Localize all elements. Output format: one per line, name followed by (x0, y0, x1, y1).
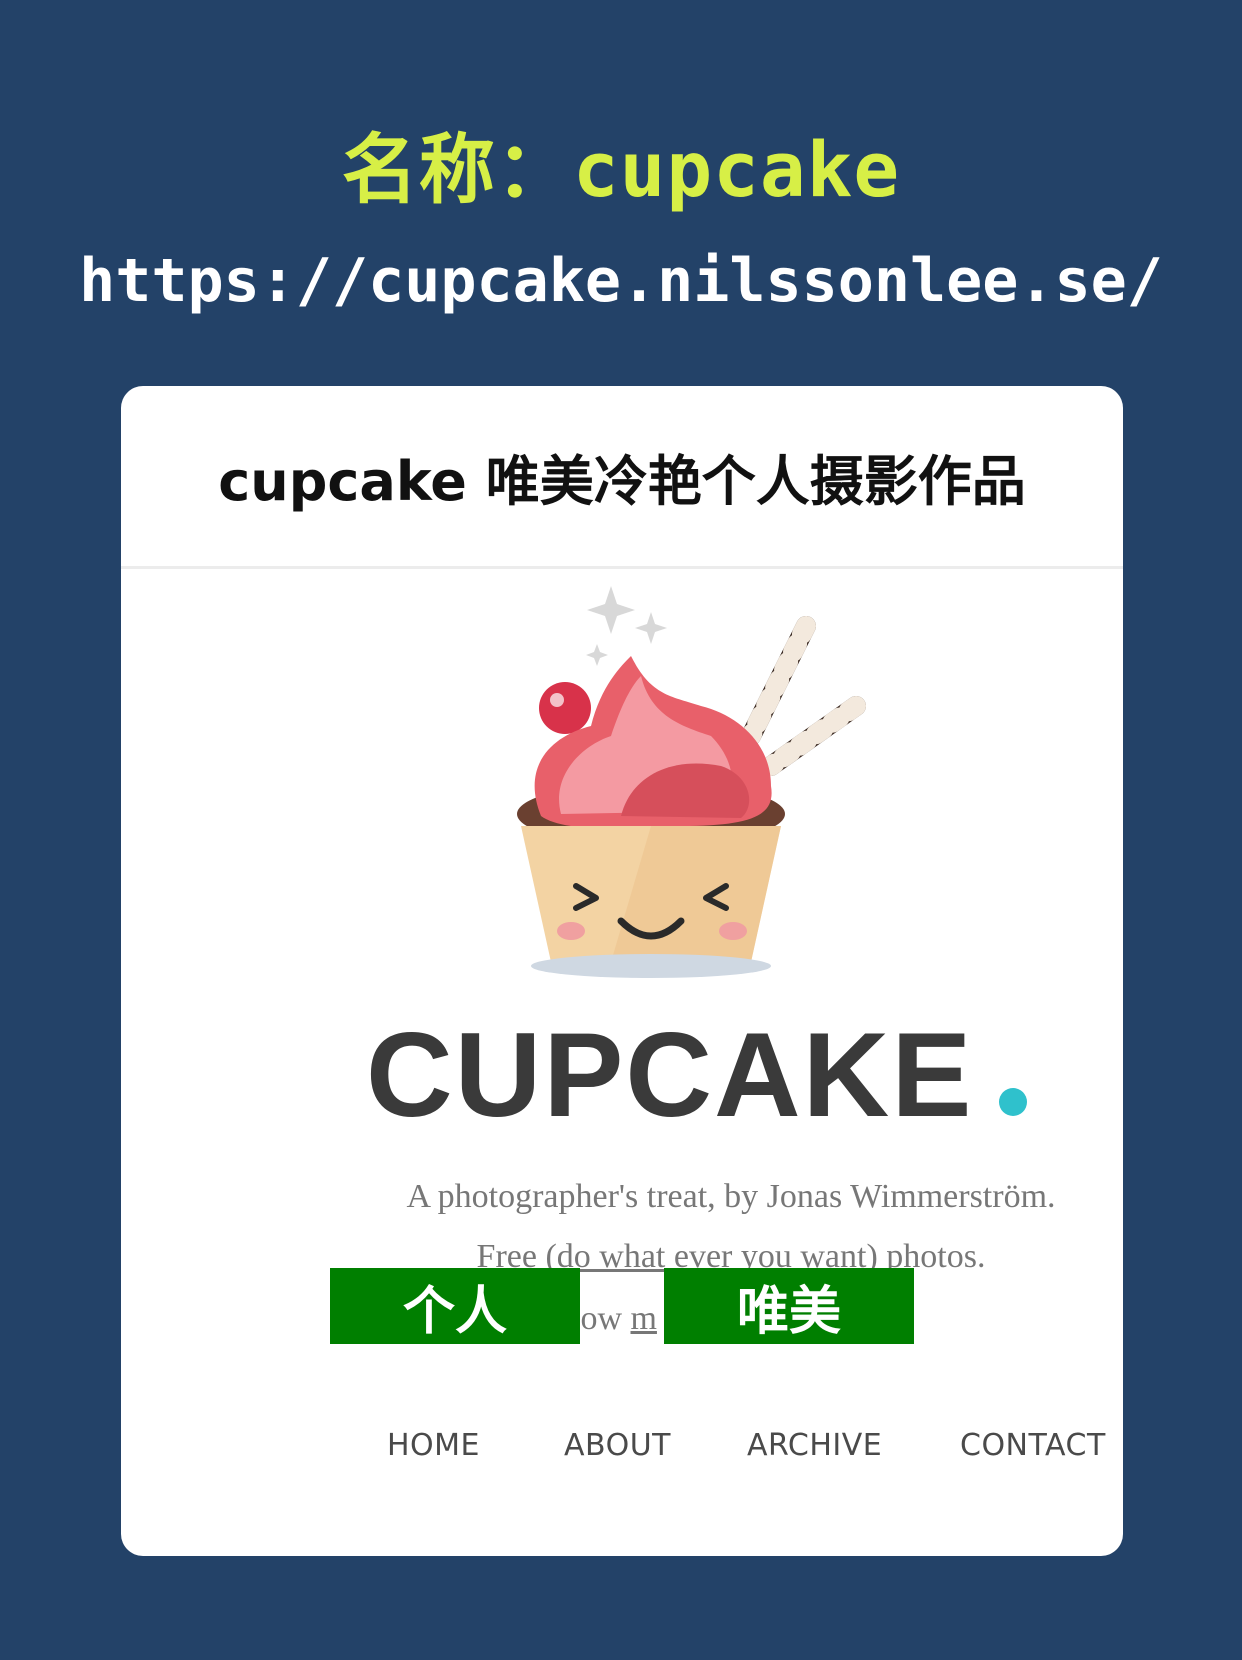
cupcake-logo-icon (517, 586, 866, 978)
cupcake-wordmark: CUPCAKE (366, 1006, 1028, 1144)
follow-link[interactable]: m (631, 1300, 657, 1337)
nav-contact[interactable]: CONTACT (960, 1428, 1106, 1463)
screenshot-card: cupcake 唯美冷艳个人摄影作品 CUPCAKE A photographe… (121, 386, 1123, 1556)
tag-personal: 个人 (330, 1268, 580, 1344)
nav-about[interactable]: ABOUT (564, 1428, 671, 1463)
poster-title: 名称：cupcake (341, 125, 901, 214)
tagline: A photographer's treat, by Jonas Wimmers… (406, 1178, 1056, 1215)
wordmark-text: CUPCAKE (366, 1008, 974, 1142)
follow-line: low m (571, 1300, 657, 1338)
wordmark-dot (999, 1088, 1028, 1116)
main-nav: HOME ABOUT ARCHIVE CONTACT (121, 1428, 1123, 1478)
card-header: cupcake 唯美冷艳个人摄影作品 (121, 386, 1123, 569)
nav-archive[interactable]: ARCHIVE (747, 1428, 882, 1463)
sparkle-icon (586, 586, 667, 666)
card-title: cupcake 唯美冷艳个人摄影作品 (218, 449, 1026, 513)
tag-aesthetic: 唯美 (664, 1268, 914, 1344)
poster-url[interactable]: https://cupcake.nilssonlee.se/ (0, 246, 1242, 316)
nav-home[interactable]: HOME (387, 1428, 480, 1463)
